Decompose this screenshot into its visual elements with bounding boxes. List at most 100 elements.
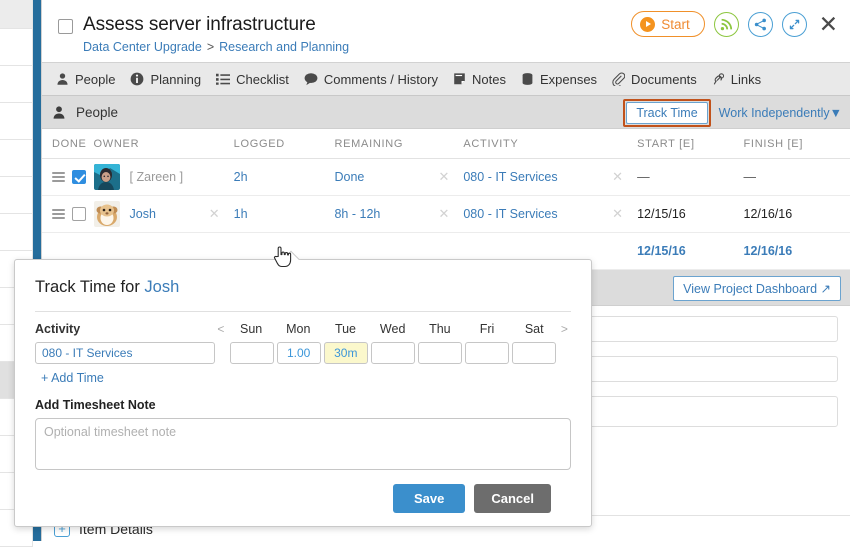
grid-header-cell [0,0,33,29]
cell-start[interactable]: — [637,159,743,196]
task-done-checkbox[interactable] [58,19,73,34]
tab-label: Comments / History [324,72,438,87]
close-icon[interactable]: ✕ [819,13,838,36]
time-input-thu[interactable] [418,342,462,364]
column-header-owner: OWNER [94,129,234,159]
cell-activity[interactable]: 080 - IT Services ✕ [463,159,637,196]
x-clear-icon[interactable]: ✕ [438,169,463,185]
activity-value[interactable]: 080 - IT Services [463,170,557,184]
cell-remaining[interactable]: Done ✕ [334,159,463,196]
summary-start: 12/15/16 [637,233,743,270]
dialog-title-person: Josh [144,278,179,296]
remaining-value[interactable]: Done [334,170,364,184]
header-actions: Start ✕ [631,11,838,37]
time-input-wed[interactable] [371,342,415,364]
owner-name: [ Zareen ] [130,170,184,184]
time-input-sat[interactable] [512,342,556,364]
drag-handle-icon[interactable] [52,170,65,185]
drag-handle-icon[interactable] [52,207,65,222]
column-header-logged: LOGGED [234,129,335,159]
table-header-row: DONE OWNER LOGGED REMAINING ACTIVITY STA… [42,129,850,159]
tab-planning[interactable]: Planning [128,72,214,87]
work-independently-dropdown[interactable]: Work Independently▼ [719,106,842,120]
x-clear-icon[interactable]: ✕ [209,206,234,222]
cell-done[interactable] [42,196,94,233]
tab-label: People [75,72,115,87]
track-time-button[interactable]: Track Time [626,102,707,124]
tab-comments-history[interactable]: Comments / History [302,72,451,87]
cell-owner[interactable]: Josh ✕ [94,196,234,233]
time-input-mon[interactable]: 1.00 [277,342,321,364]
x-clear-icon[interactable]: ✕ [438,206,463,222]
x-clear-icon[interactable]: ✕ [612,169,637,185]
summary-finish: 12/16/16 [744,233,850,270]
dialog-title-prefix: Track Time for [35,278,144,296]
column-header-finish: FINISH [E] [744,129,850,159]
logged-value[interactable]: 2h [234,170,248,184]
tab-notes[interactable]: Notes [451,72,519,87]
cell-finish[interactable]: — [744,159,850,196]
tab-documents[interactable]: Documents [610,72,710,87]
people-section-header: People Track Time Work Independently▼ [42,96,850,129]
logged-value[interactable]: 1h [234,207,248,221]
panel-header: Assess server infrastructure Data Center… [42,0,850,62]
cell-finish[interactable]: 12/16/16 [744,196,850,233]
chevron-down-icon: ▼ [830,106,842,120]
start-value: 12/15/16 [637,207,686,221]
next-week-arrow[interactable]: > [558,322,571,336]
breadcrumb-project-link[interactable]: Data Center Upgrade [83,40,202,54]
cell-start[interactable]: 12/15/16 [637,196,743,233]
timesheet-header-row: Activity < Sun Mon Tue Wed Thu Fri Sat > [35,322,571,336]
cell-done[interactable] [42,159,94,196]
cell-remaining[interactable]: 8h - 12h ✕ [334,196,463,233]
activity-value[interactable]: 080 - IT Services [463,207,557,221]
row-done-checkbox[interactable] [72,207,86,221]
column-header-remaining: REMAINING [334,129,463,159]
tab-links[interactable]: Links [710,72,774,87]
day-header-fri: Fri [463,322,510,336]
external-arrow-icon: ↗ [821,282,831,296]
cell-owner[interactable]: [ Zareen ] [94,159,234,196]
breadcrumb: Data Center Upgrade>Research and Plannin… [83,40,834,54]
grid-cell [0,103,33,140]
grid-cell [0,214,33,251]
tab-checklist[interactable]: Checklist [214,72,302,87]
prev-week-arrow[interactable]: < [214,322,227,336]
tab-label: Notes [472,72,506,87]
cell-logged[interactable]: 2h [234,159,335,196]
rss-icon[interactable] [714,12,739,37]
cell-logged[interactable]: 1h [234,196,335,233]
track-time-highlight: Track Time [623,99,710,127]
grid-cell [0,29,33,66]
view-project-dashboard-label: View Project Dashboard [683,282,817,296]
row-done-checkbox[interactable] [72,170,86,184]
time-input-sun[interactable] [230,342,274,364]
remaining-value[interactable]: 8h - 12h [334,207,380,221]
cell-activity[interactable]: 080 - IT Services ✕ [463,196,637,233]
view-project-dashboard-button[interactable]: View Project Dashboard ↗ [673,276,841,301]
tab-people[interactable]: People [54,72,128,87]
time-input-tue[interactable]: 30m [324,342,368,364]
share-icon[interactable] [748,12,773,37]
add-time-link[interactable]: + Add Time [41,371,571,385]
grid-cell [0,66,33,103]
table-row[interactable]: Josh ✕ 1h 8h - 12h ✕ 080 - IT [42,196,850,233]
owner-name: Josh [130,207,156,221]
activity-select[interactable]: 080 - IT Services [35,342,215,364]
day-header-sat: Sat [511,322,558,336]
tab-label: Expenses [540,72,597,87]
save-button[interactable]: Save [393,484,465,513]
start-button[interactable]: Start [631,11,705,37]
breadcrumb-phase-link[interactable]: Research and Planning [219,40,349,54]
tab-expenses[interactable]: Expenses [519,72,610,87]
expand-icon[interactable] [782,12,807,37]
tab-label: Planning [150,72,201,87]
day-header-wed: Wed [369,322,416,336]
table-row[interactable]: [ Zareen ] 2h Done ✕ 080 - IT Services ✕ [42,159,850,196]
track-time-dialog: Track Time for Josh Activity < Sun Mon T… [14,259,592,527]
time-input-fri[interactable] [465,342,509,364]
x-clear-icon[interactable]: ✕ [612,206,637,222]
timesheet-note-input[interactable]: Optional timesheet note [35,418,571,470]
tab-label: Checklist [236,72,289,87]
cancel-button[interactable]: Cancel [474,484,551,513]
